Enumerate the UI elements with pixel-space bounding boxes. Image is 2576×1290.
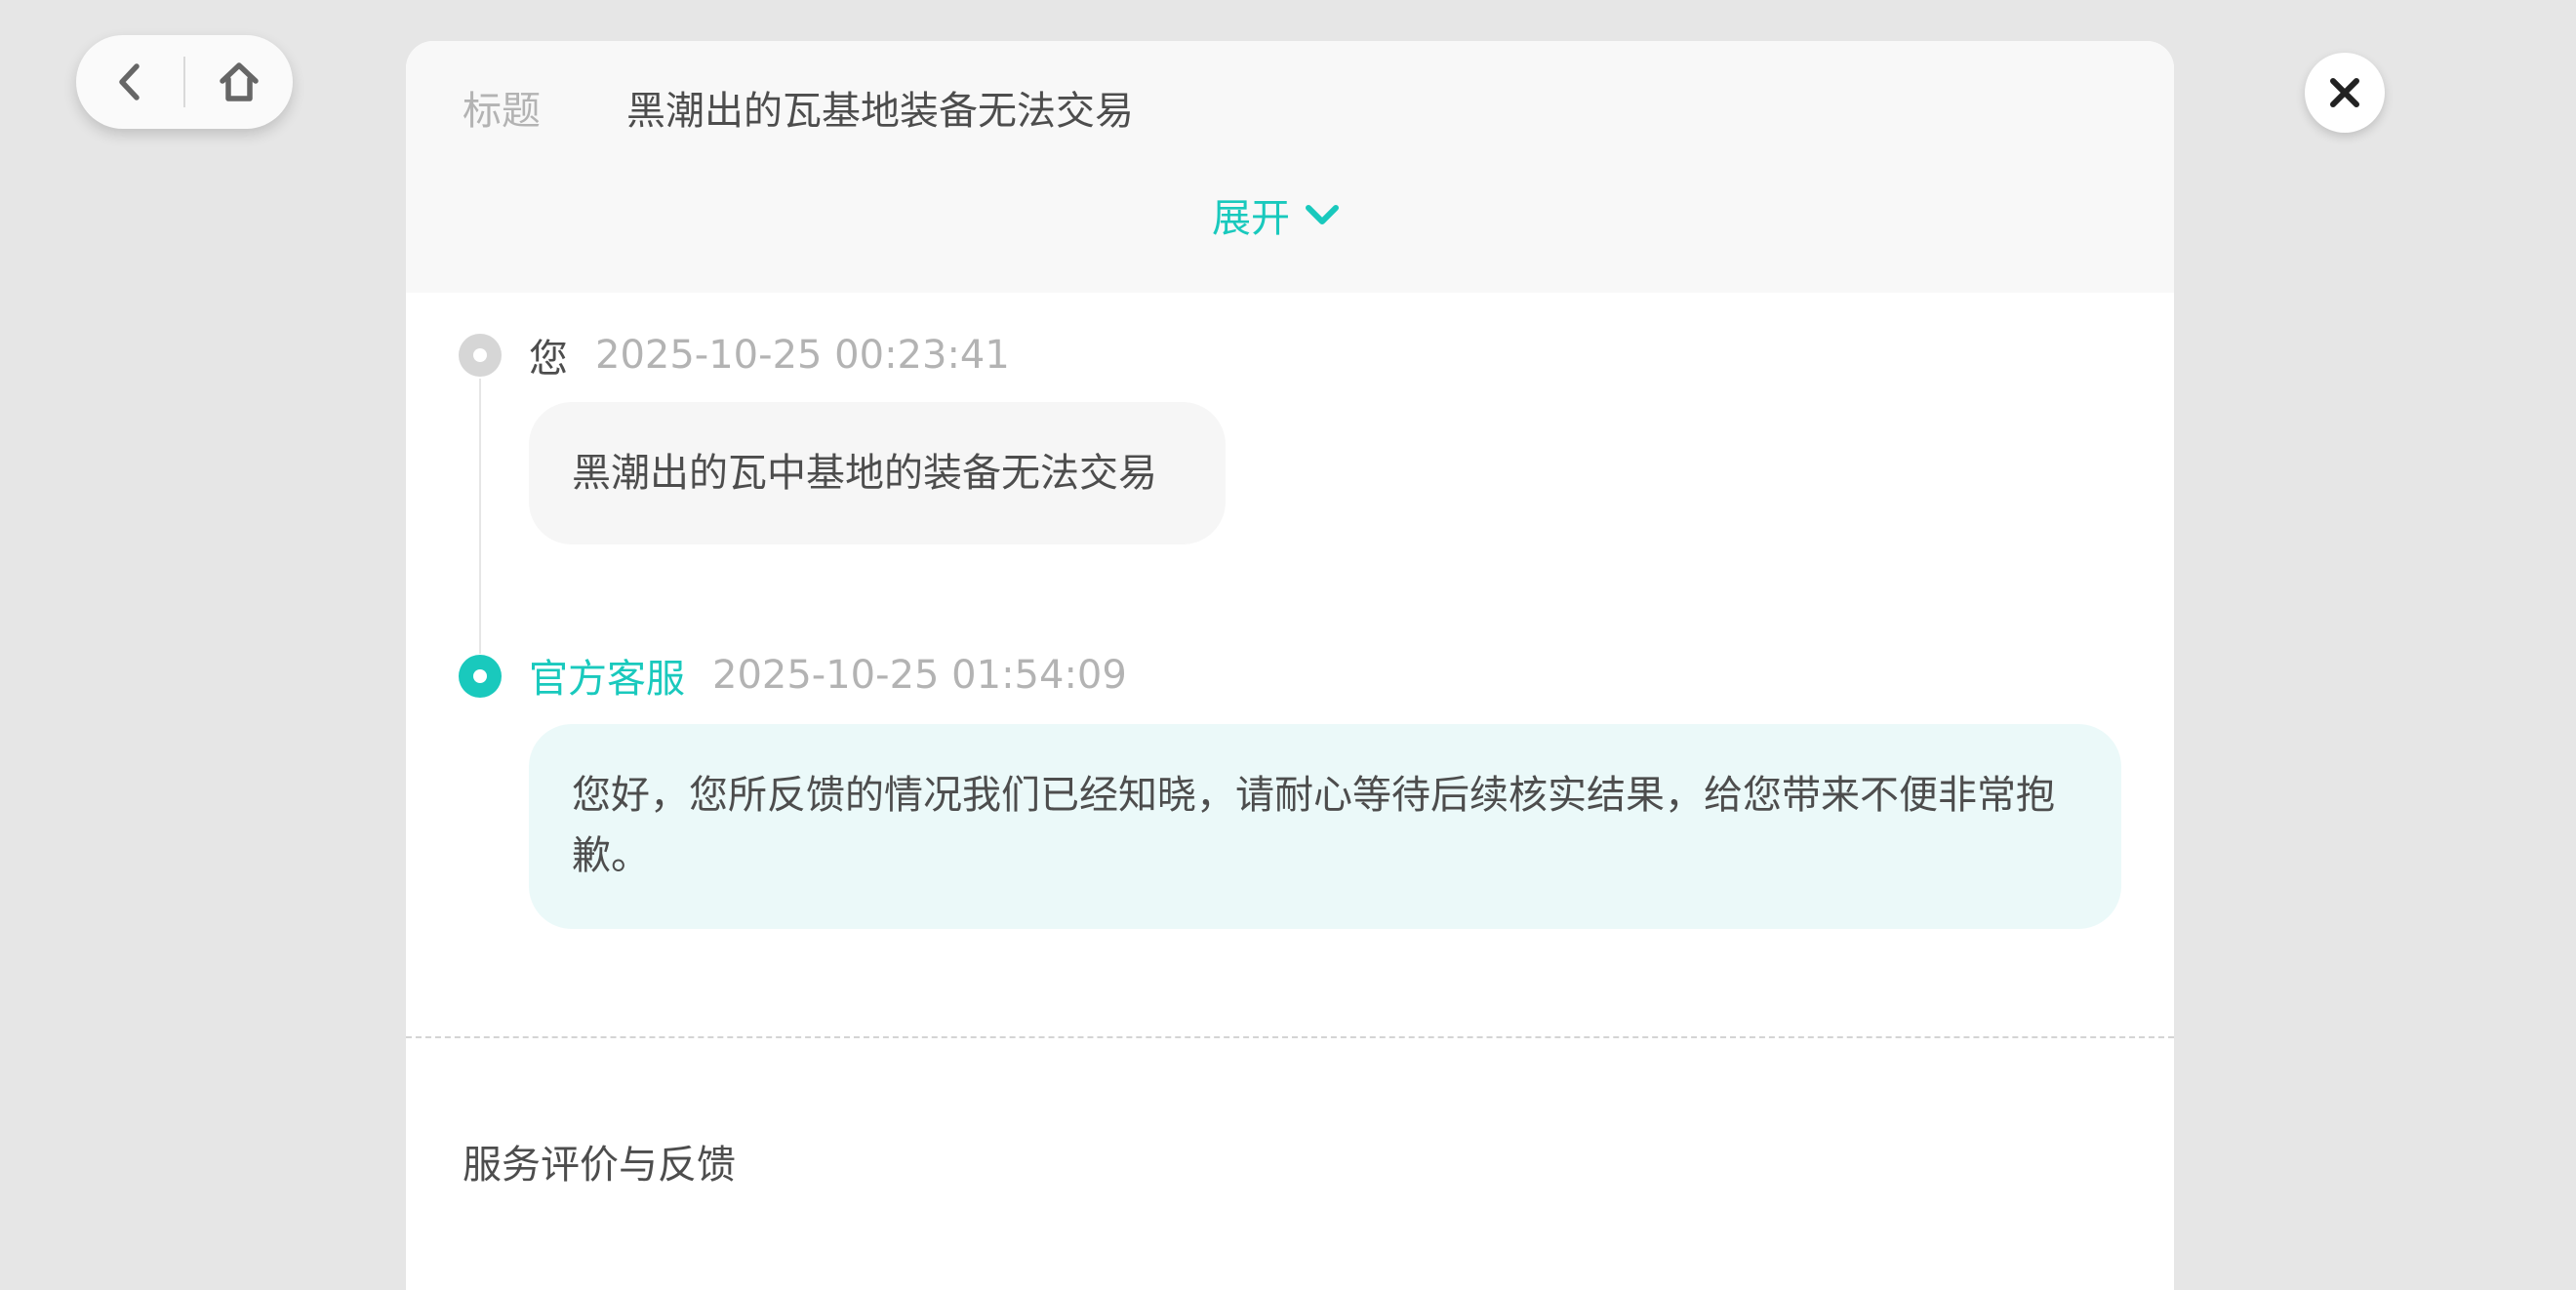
ticket-title: 黑潮出的瓦基地装备无法交易 — [626, 89, 1134, 134]
chevron-down-icon — [1306, 205, 1339, 224]
ticket-header: 标题 黑潮出的瓦基地装备无法交易 展开 — [406, 41, 2174, 293]
timeline-dot-agent — [459, 655, 502, 698]
expand-button[interactable]: 展开 — [1212, 187, 1341, 242]
feedback-section-title: 服务评价与反馈 — [463, 1143, 736, 1188]
sender-name: 官方客服 — [529, 657, 685, 702]
nav-pill — [76, 35, 293, 129]
home-button[interactable] — [185, 35, 293, 129]
message-timestamp: 2025-10-25 00:23:41 — [595, 333, 1010, 378]
back-button[interactable] — [76, 35, 183, 129]
home-icon — [220, 62, 259, 101]
section-divider — [406, 1036, 2174, 1038]
chevron-left-icon — [119, 63, 140, 101]
close-button[interactable] — [2305, 53, 2385, 133]
expand-label: 展开 — [1212, 196, 1290, 241]
message-timestamp: 2025-10-25 01:54:09 — [712, 653, 1127, 698]
message-header-user: 您 2025-10-25 00:23:41 — [529, 328, 1010, 383]
title-label: 标题 — [463, 89, 541, 134]
timeline-dot-user — [459, 334, 502, 377]
timeline-line — [479, 379, 481, 654]
message-header-agent: 官方客服 2025-10-25 01:54:09 — [529, 648, 1127, 703]
user-message-bubble: 黑潮出的瓦中基地的装备无法交易 — [529, 402, 1226, 544]
agent-message-bubble: 您好，您所反馈的情况我们已经知晓，请耐心等待后续核实结果，给您带来不便非常抱歉。 — [529, 724, 2121, 929]
ticket-detail-card: 标题 黑潮出的瓦基地装备无法交易 展开 您 2025-10-25 00:23:4… — [406, 41, 2174, 1290]
close-icon — [2330, 78, 2359, 107]
sender-name: 您 — [529, 337, 568, 382]
